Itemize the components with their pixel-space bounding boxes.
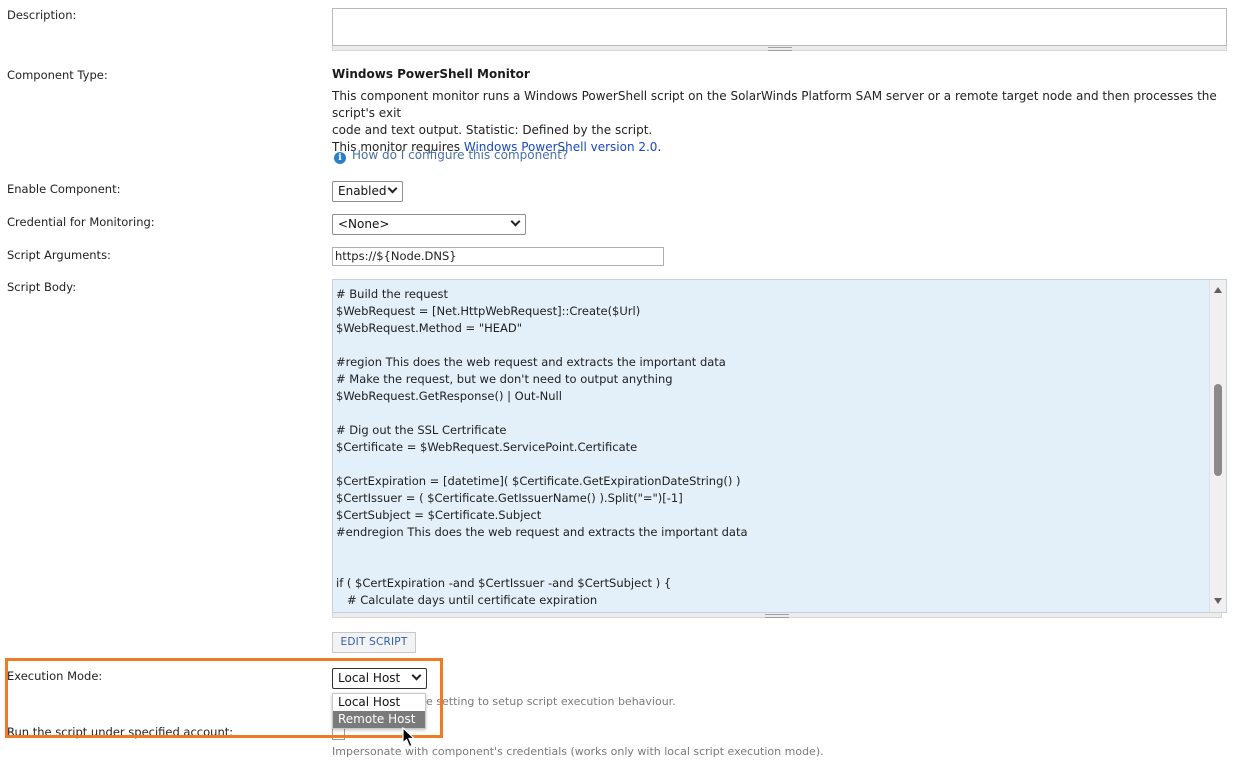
description-resize-handle[interactable] [332, 46, 1227, 51]
scroll-thumb[interactable] [1214, 384, 1222, 476]
script-line: $WebRequest.Method = "HEAD" [336, 321, 523, 335]
script-line: $CertIssuer = ( $Certificate.GetIssuerNa… [336, 491, 683, 505]
script-arguments-label: Script Arguments: [7, 248, 111, 262]
script-line: $CertSubject = $Certificate.Subject [336, 508, 542, 522]
component-description: This component monitor runs a Windows Po… [332, 88, 1232, 156]
script-resize-handle[interactable] [332, 613, 1222, 618]
script-body-label: Script Body: [7, 280, 77, 294]
description-label: Description: [7, 8, 77, 22]
component-description-line-1: This component monitor runs a Windows Po… [332, 89, 1217, 120]
info-icon: i [334, 152, 346, 164]
script-arguments-input[interactable]: https://${Node.DNS} [332, 247, 664, 266]
credential-select[interactable]: <None> [332, 214, 526, 235]
credential-value: <None> [338, 217, 390, 231]
script-line: $WebRequest.GetResponse() | Out-Null [336, 389, 562, 403]
enable-component-select[interactable]: Enabled [332, 181, 403, 202]
run-under-account-label: Run the script under specified account: [7, 725, 234, 739]
chevron-down-icon [411, 670, 422, 681]
execution-mode-options[interactable]: Local Host Remote Host [332, 693, 426, 729]
script-line [336, 558, 1206, 575]
script-line [336, 456, 1206, 473]
script-line: # Build the request [336, 287, 449, 301]
script-scrollbar[interactable] [1209, 280, 1226, 612]
script-line: if ( $CertExpiration -and $CertIssuer -a… [336, 576, 672, 590]
enable-component-label: Enable Component: [7, 182, 121, 196]
script-line [336, 337, 1206, 354]
component-type-title: Windows PowerShell Monitor [332, 67, 530, 81]
scroll-down-arrow-icon[interactable] [1214, 598, 1222, 604]
script-line [336, 541, 1206, 558]
help-row: i How do I configure this component? [334, 148, 568, 164]
script-body-textarea[interactable]: # Build the request $WebRequest = [Net.Ht… [332, 279, 1227, 613]
credential-label: Credential for Monitoring: [7, 215, 155, 229]
script-line: #region This does the web request and ex… [336, 355, 726, 369]
component-description-line-2: code and text output. Statistic: Defined… [332, 123, 653, 137]
execution-mode-label: Execution Mode: [7, 669, 103, 683]
execution-mode-hint: e setting to setup script execution beha… [426, 695, 676, 708]
script-line: # Make the request, but we don't need to… [336, 372, 673, 386]
script-line: $Certificate = $WebRequest.ServicePoint.… [336, 440, 638, 454]
edit-script-button[interactable]: EDIT SCRIPT [332, 632, 416, 653]
chevron-down-icon [387, 183, 398, 194]
execution-mode-value: Local Host [338, 671, 401, 685]
requires-suffix: . [657, 140, 662, 154]
script-line: #endregion This does the web request and… [336, 525, 748, 539]
how-to-configure-link[interactable]: How do I configure this component? [352, 148, 568, 162]
script-line [336, 405, 1206, 422]
script-code: # Build the request $WebRequest = [Net.Ht… [336, 286, 1206, 612]
execution-mode-select[interactable]: Local Host [332, 668, 427, 689]
component-type-label: Component Type: [7, 68, 108, 82]
option-local-host[interactable]: Local Host [333, 694, 425, 711]
description-textarea[interactable] [332, 8, 1227, 46]
script-line: $CertExpiration = [datetime]( $Certifica… [336, 474, 741, 488]
mouse-cursor-icon [402, 727, 416, 748]
enable-component-value: Enabled [338, 184, 387, 198]
scroll-up-arrow-icon[interactable] [1214, 287, 1222, 293]
option-remote-host[interactable]: Remote Host [333, 711, 425, 728]
script-line: # Dig out the SSL Certrificate [336, 423, 507, 437]
script-line: # Calculate days until certificate expir… [336, 593, 598, 607]
script-line: $WebRequest = [Net.HttpWebRequest]::Crea… [336, 304, 641, 318]
chevron-down-icon [510, 216, 521, 227]
